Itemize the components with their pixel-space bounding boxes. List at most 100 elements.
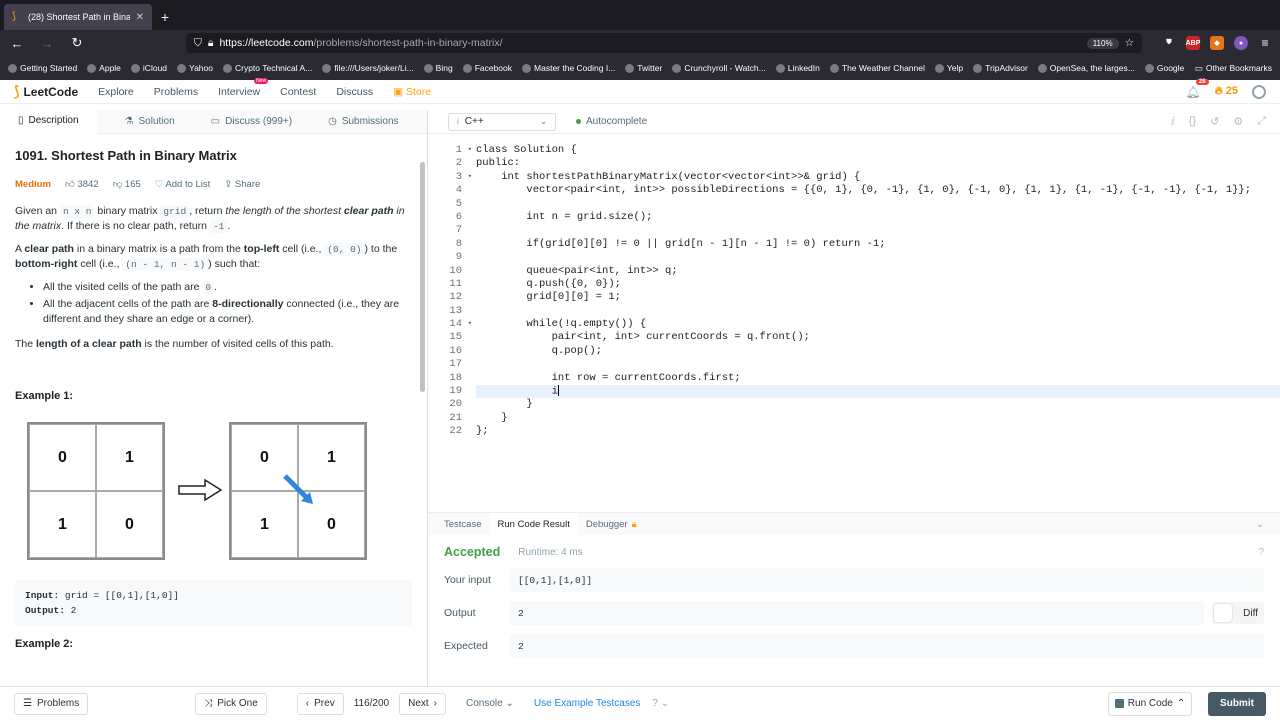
bookmark-item[interactable]: Crunchyroll - Watch... bbox=[672, 63, 766, 73]
tab-solution[interactable]: ⚗ Solution bbox=[107, 110, 193, 134]
code-line[interactable]: queue<pair<int, int>> q; bbox=[476, 265, 1280, 278]
code-line[interactable]: public: bbox=[476, 157, 1280, 170]
pocket-icon[interactable]: ⛊ bbox=[1162, 36, 1176, 50]
tab-debugger[interactable]: Debugger 🔒︎ bbox=[578, 513, 645, 535]
code-line[interactable]: q.push({0, 0}); bbox=[476, 278, 1280, 291]
bookmark-item[interactable]: Apple bbox=[87, 63, 121, 73]
nav-discuss[interactable]: Discuss bbox=[336, 86, 373, 98]
code-line[interactable] bbox=[476, 224, 1280, 237]
bookmark-item[interactable]: TripAdvisor bbox=[973, 63, 1028, 73]
bookmark-item[interactable]: The Weather Channel bbox=[829, 63, 925, 73]
other-bookmarks[interactable]: ▭ Other Bookmarks bbox=[1195, 63, 1272, 74]
code-line[interactable]: pair<int, int> currentCoords = q.front()… bbox=[476, 331, 1280, 344]
nav-explore[interactable]: Explore bbox=[98, 86, 134, 98]
extension-icon[interactable]: ● bbox=[1234, 36, 1248, 50]
bookmark-item[interactable]: Yelp bbox=[934, 63, 963, 73]
code-line[interactable]: if(grid[0][0] != 0 || grid[n - 1][n - 1]… bbox=[476, 238, 1280, 251]
star-bookmark-icon[interactable]: ☆ bbox=[1125, 37, 1134, 49]
nav-problems[interactable]: Problems bbox=[154, 86, 198, 98]
help-icon[interactable]: ? ⌄ bbox=[652, 698, 669, 709]
console-toggle[interactable]: Console ⌄ bbox=[466, 698, 514, 709]
share-button[interactable]: ⇪ Share bbox=[224, 179, 260, 190]
add-to-list-button[interactable]: ♡ Add to List bbox=[155, 179, 211, 190]
tab-testcase[interactable]: Testcase bbox=[436, 513, 490, 535]
coins[interactable]: 🔥︎ 25 bbox=[1215, 85, 1238, 98]
fold-icon[interactable]: ▾ bbox=[468, 318, 472, 331]
settings-icon[interactable]: ⚙ bbox=[1233, 115, 1243, 128]
zoom-level[interactable]: 110% bbox=[1086, 37, 1119, 49]
like-button[interactable]: 👍︎ 3842 bbox=[65, 178, 99, 190]
code-line[interactable]: }; bbox=[476, 425, 1280, 438]
code-line[interactable]: class Solution { bbox=[476, 144, 1280, 157]
prev-button[interactable]: ‹ Prev bbox=[296, 692, 344, 715]
menu-icon[interactable]: ≡ bbox=[1258, 36, 1272, 50]
info-icon[interactable]: ⅈ bbox=[1171, 115, 1175, 128]
code-line[interactable] bbox=[476, 305, 1280, 318]
run-code-button[interactable]: Run Code ⌃ bbox=[1108, 691, 1192, 716]
problems-button[interactable]: ☰ Problems bbox=[14, 692, 89, 715]
code-line[interactable]: q.pop(); bbox=[476, 345, 1280, 358]
fullscreen-icon[interactable]: ⤢ bbox=[1257, 115, 1266, 128]
code-line[interactable]: } bbox=[476, 412, 1280, 425]
close-tab-icon[interactable]: ✕ bbox=[136, 12, 144, 23]
avatar[interactable] bbox=[1252, 84, 1266, 99]
new-tab-button[interactable]: + bbox=[152, 4, 178, 30]
forward-button[interactable]: → bbox=[38, 36, 56, 51]
fold-icon[interactable]: ▾ bbox=[468, 144, 472, 157]
bookmark-item[interactable]: OpenSea, the larges... bbox=[1037, 63, 1135, 73]
code-line[interactable]: int shortestPathBinaryMatrix(vector<vect… bbox=[476, 171, 1280, 184]
tab-description[interactable]: ▯ Description bbox=[0, 109, 97, 134]
braces-icon[interactable]: {} bbox=[1189, 115, 1196, 128]
nav-contest[interactable]: Contest bbox=[280, 86, 316, 98]
metamask-icon[interactable]: ◆ bbox=[1210, 36, 1224, 50]
use-example-testcases-button[interactable]: Use Example Testcases bbox=[534, 698, 641, 709]
help-icon[interactable]: ? bbox=[1258, 547, 1264, 558]
bookmark-item[interactable]: Google bbox=[1144, 63, 1184, 73]
bookmark-item[interactable]: file:///Users/joker/Li... bbox=[322, 63, 414, 73]
bookmark-item[interactable]: Bing bbox=[423, 63, 453, 73]
reload-button[interactable]: ↻ bbox=[68, 35, 86, 51]
bookmark-item[interactable]: Master the Coding I... bbox=[522, 63, 615, 73]
bookmark-item[interactable]: iCloud bbox=[130, 63, 167, 73]
bookmark-item[interactable]: Getting Started bbox=[8, 63, 77, 73]
leetcode-logo[interactable]: ⟆ LeetCode bbox=[14, 83, 78, 100]
adblock-icon[interactable]: ABP bbox=[1186, 36, 1200, 50]
collapse-chevron-icon[interactable]: ⌄ bbox=[1256, 519, 1264, 530]
code-line[interactable]: vector<pair<int, int>> possibleDirection… bbox=[476, 184, 1280, 197]
bookmark-item[interactable]: Twitter bbox=[625, 63, 662, 73]
next-button[interactable]: Next › bbox=[399, 692, 447, 715]
bookmark-item[interactable]: Crypto Technical A... bbox=[222, 63, 312, 73]
bookmark-item[interactable]: LinkedIn bbox=[775, 63, 820, 73]
submit-button[interactable]: Submit bbox=[1208, 691, 1266, 716]
description-scrollbar[interactable] bbox=[420, 162, 425, 392]
pick-one-button[interactable]: ⤨ Pick One bbox=[195, 692, 267, 715]
code-line[interactable]: grid[0][0] = 1; bbox=[476, 291, 1280, 304]
code-line[interactable]: int n = grid.size(); bbox=[476, 211, 1280, 224]
fold-icon[interactable]: ▾ bbox=[468, 171, 472, 184]
tab-submissions[interactable]: ◷ Submissions bbox=[310, 110, 416, 134]
tab-discuss[interactable]: ▭ Discuss (999+) bbox=[193, 110, 310, 134]
code-line[interactable]: int row = currentCoords.first; bbox=[476, 372, 1280, 385]
back-button[interactable]: ← bbox=[8, 36, 26, 51]
reset-icon[interactable]: ↺ bbox=[1210, 115, 1219, 128]
nav-store[interactable]: ▣ Store bbox=[393, 86, 431, 98]
notification-bell-icon[interactable]: 🔔︎ 28 bbox=[1185, 78, 1209, 99]
nav-interview[interactable]: Interview New bbox=[218, 77, 269, 98]
code-line[interactable] bbox=[476, 358, 1280, 371]
code-line[interactable]: i bbox=[476, 385, 1280, 399]
code-line[interactable]: } bbox=[476, 398, 1280, 411]
language-select[interactable]: i C++ ⌄ bbox=[448, 112, 556, 131]
code-line[interactable] bbox=[476, 251, 1280, 264]
autocomplete-toggle[interactable]: Autocomplete bbox=[576, 116, 647, 127]
browser-tab[interactable]: ⟆ (28) Shortest Path in Binary Ma ✕ bbox=[4, 4, 152, 30]
code-line[interactable]: while(!q.empty()) { bbox=[476, 318, 1280, 331]
bookmark-item[interactable]: Yahoo bbox=[177, 63, 213, 73]
code-line[interactable] bbox=[476, 198, 1280, 211]
code-editor[interactable]: 1 ▾ 2 3 ▾ 4 5 6 7 8 9 10 11 12 13 14 ▾ 15 16 17 18 19 20 21 22 c… bbox=[428, 134, 1280, 512]
tab-run-code-result[interactable]: Run Code Result bbox=[489, 513, 578, 535]
code-lines[interactable]: class Solution {public: int shortestPath… bbox=[476, 144, 1280, 439]
dislike-button[interactable]: 👎︎ 165 bbox=[113, 178, 141, 190]
bookmark-item[interactable]: Facebook bbox=[462, 63, 512, 73]
url-bar[interactable]: ⛉ 🔒︎ https://leetcode.com/problems/short… bbox=[186, 33, 1142, 53]
diff-toggle[interactable]: Diff bbox=[1212, 602, 1264, 624]
